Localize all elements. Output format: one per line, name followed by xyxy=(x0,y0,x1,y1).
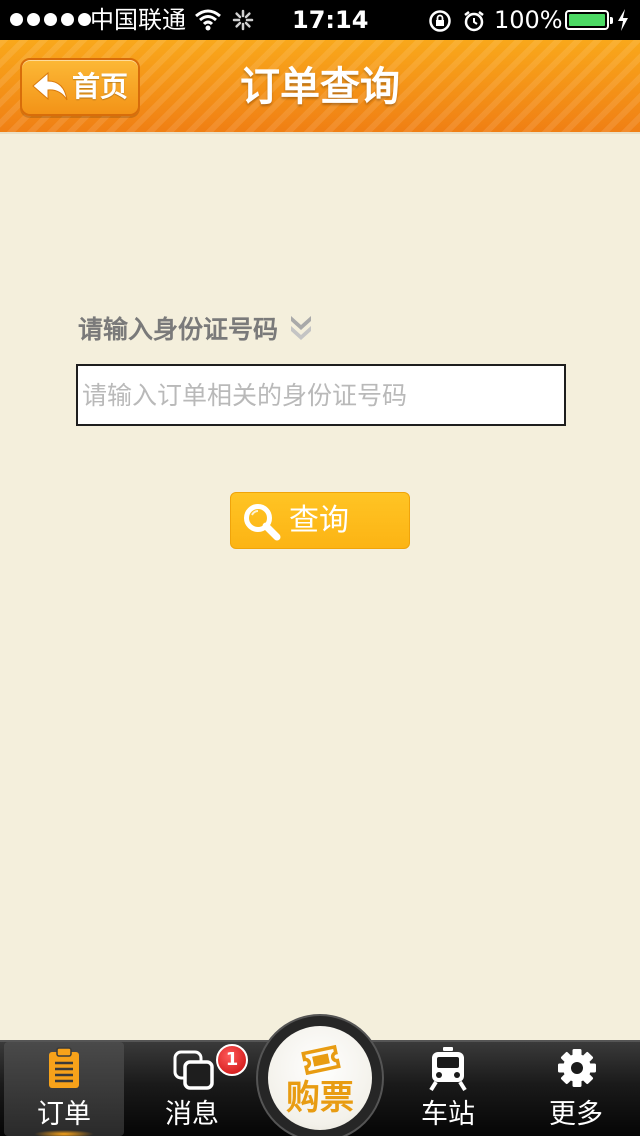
tab-messages[interactable]: 1 消息 xyxy=(132,1042,252,1136)
id-number-input[interactable] xyxy=(76,364,566,426)
clipboard-icon xyxy=(49,1047,79,1088)
tab-messages-label: 消息 xyxy=(165,1099,219,1130)
back-home-button[interactable]: 首页 xyxy=(20,58,140,116)
tab-orders[interactable]: 订单 xyxy=(4,1042,124,1136)
ticket-icon xyxy=(301,1044,341,1076)
search-icon xyxy=(244,504,281,541)
activity-spinner-icon xyxy=(232,9,254,31)
buy-ticket-label: 购票 xyxy=(286,1078,354,1118)
battery-percent: 100% xyxy=(494,6,563,34)
query-label: 查询 xyxy=(289,503,349,538)
tab-more-label: 更多 xyxy=(549,1099,603,1130)
nav-bar: 首页 订单查询 xyxy=(0,40,640,134)
messages-icon xyxy=(173,1050,214,1090)
status-time: 17:14 xyxy=(292,6,369,34)
id-label-row[interactable]: 请输入身份证号码 xyxy=(78,308,314,348)
battery-icon xyxy=(565,10,613,30)
wifi-icon xyxy=(195,9,221,31)
gear-icon xyxy=(558,1049,596,1087)
tab-more[interactable]: 更多 xyxy=(516,1042,636,1136)
id-number-label: 请输入身份证号码 xyxy=(78,315,279,344)
tab-orders-label: 订单 xyxy=(37,1099,91,1130)
unread-badge: 1 xyxy=(216,1044,248,1076)
alarm-icon xyxy=(464,11,484,32)
tab-stations[interactable]: 车站 xyxy=(388,1042,508,1136)
order-query-screen: 中国联通 17:14 100% 首页 订单查询 请输入身份证号码 请输入订单相关… xyxy=(0,0,640,1136)
query-button[interactable]: 查询 xyxy=(230,492,410,549)
signal-dots-icon xyxy=(10,13,91,26)
buy-ticket-button[interactable]: 购票 xyxy=(258,1016,382,1136)
charging-bolt-icon xyxy=(618,9,628,31)
tab-stations-label: 车站 xyxy=(421,1099,475,1130)
double-chevron-down-icon[interactable] xyxy=(288,313,314,343)
train-icon xyxy=(429,1047,467,1092)
back-label: 首页 xyxy=(72,70,129,103)
carrier-name: 中国联通 xyxy=(90,6,186,34)
status-bar: 中国联通 17:14 100% xyxy=(0,0,640,40)
rotation-lock-icon xyxy=(429,10,451,32)
back-arrow-icon xyxy=(32,71,68,101)
page-title: 订单查询 xyxy=(240,64,400,110)
